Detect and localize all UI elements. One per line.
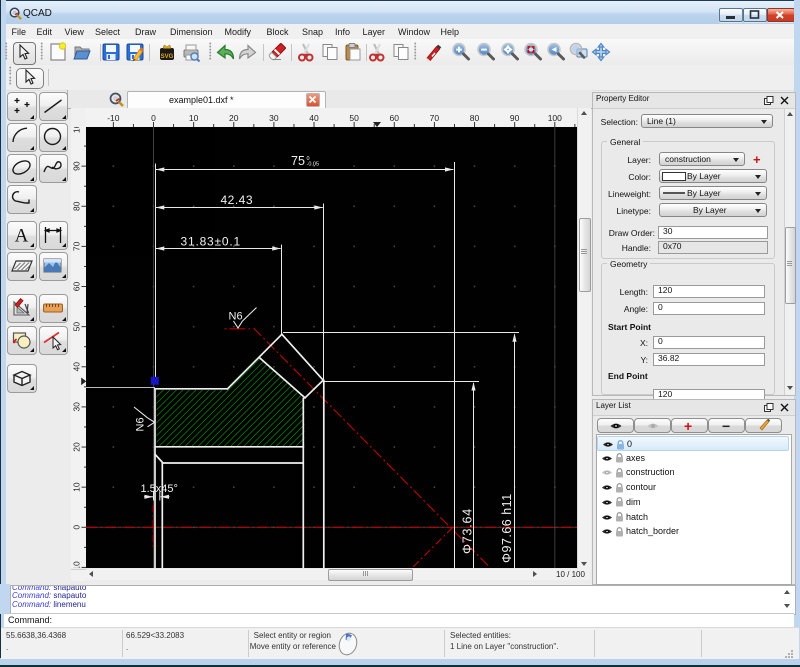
svg-text:Φ73.64: Φ73.64 xyxy=(461,508,475,554)
svg-text:10: 10 xyxy=(189,113,199,123)
svg-text:-10: -10 xyxy=(72,561,82,568)
svg-text:SVG: SVG xyxy=(160,54,173,60)
svg-text:31.83±0.1: 31.83±0.1 xyxy=(181,235,242,249)
svg-text:90: 90 xyxy=(72,161,82,171)
svg-text:60: 60 xyxy=(72,282,82,292)
svg-text:60: 60 xyxy=(390,113,400,123)
svg-text:70: 70 xyxy=(430,113,440,123)
svg-text:-0.05: -0.05 xyxy=(307,161,320,167)
svg-text:80: 80 xyxy=(72,201,82,211)
svg-text:0: 0 xyxy=(151,113,156,123)
svg-text:10: 10 xyxy=(72,482,82,492)
svg-text:30: 30 xyxy=(72,402,82,412)
svg-text:N6: N6 xyxy=(135,417,147,431)
svg-text:50: 50 xyxy=(349,113,359,123)
svg-text:100: 100 xyxy=(72,127,82,133)
svg-text:42.43: 42.43 xyxy=(221,193,254,207)
svg-text:40: 40 xyxy=(309,113,319,123)
svg-text:N6: N6 xyxy=(229,311,243,323)
svg-text:50: 50 xyxy=(72,322,82,332)
svg-text:A: A xyxy=(14,225,28,246)
svg-text:1.5x45°: 1.5x45° xyxy=(141,483,178,495)
svg-text:20: 20 xyxy=(229,113,239,123)
svg-text:20: 20 xyxy=(72,442,82,452)
svg-text:80: 80 xyxy=(470,113,480,123)
svg-text:90: 90 xyxy=(510,113,520,123)
svg-text:70: 70 xyxy=(72,241,82,251)
svg-text:40: 40 xyxy=(72,362,82,372)
svg-text:30: 30 xyxy=(269,113,279,123)
svg-text:-10: -10 xyxy=(107,113,120,123)
svg-text:Φ97.66 h11: Φ97.66 h11 xyxy=(500,493,514,563)
svg-text:0: 0 xyxy=(72,525,82,530)
svg-text:75: 75 xyxy=(291,154,305,168)
